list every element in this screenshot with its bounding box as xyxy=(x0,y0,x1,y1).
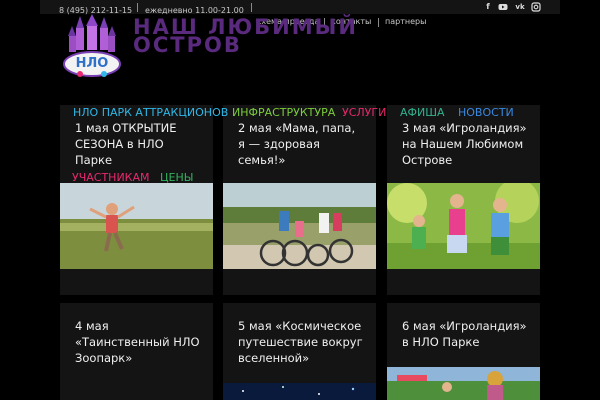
event-title: 1 мая ОТКРЫТИЕ СЕЗОНА в НЛО Парке xyxy=(75,121,177,167)
nav-item-prices[interactable]: ЦЕНЫ xyxy=(160,171,193,184)
top-bar: 8 (495) 212-11-15 ежедневно 11.00-21.00 … xyxy=(40,0,560,27)
event-card[interactable]: 3 мая «Игроландия» на Нашем Любимом Остр… xyxy=(387,105,540,295)
event-photo[interactable] xyxy=(387,367,540,400)
nav-item-park[interactable]: НЛО ПАРК АТТРАКЦИОНОВ xyxy=(73,106,228,119)
youtube-icon[interactable] xyxy=(498,2,508,12)
logo-text: НЛО xyxy=(75,56,109,71)
nav-item-news[interactable]: НОВОСТИ xyxy=(458,106,514,119)
event-title: 3 мая «Игроландия» на Нашем Любимом Остр… xyxy=(402,121,527,167)
event-title: 2 мая «Мама, папа, я — здоровая семья!» xyxy=(238,121,356,167)
event-photo[interactable] xyxy=(223,383,376,400)
nav-item-participants[interactable]: УЧАСТНИКАМ xyxy=(72,171,150,184)
event-card[interactable]: 5 мая «Космическое путешествие вокруг вс… xyxy=(223,303,376,400)
event-card[interactable]: 4 мая «Таинственный НЛО Зоопарк» xyxy=(60,303,213,400)
event-title: 5 мая «Космическое путешествие вокруг вс… xyxy=(238,319,363,365)
site-logo[interactable]: НЛО xyxy=(62,14,122,82)
nav-item-afisha[interactable]: АФИША xyxy=(400,106,445,119)
event-card[interactable]: 2 мая «Мама, папа, я — здоровая семья!» xyxy=(223,105,376,295)
event-photo[interactable] xyxy=(387,183,540,269)
divider xyxy=(251,3,252,12)
event-photo[interactable] xyxy=(60,183,213,269)
event-title: 6 мая «Игроландия» в НЛО Парке xyxy=(402,319,527,349)
event-photo[interactable] xyxy=(223,183,376,269)
site-title: Наш любимый остров xyxy=(133,15,358,57)
event-card[interactable]: 6 мая «Игроландия» в НЛО Парке xyxy=(387,303,540,400)
event-card[interactable]: 1 мая ОТКРЫТИЕ СЕЗОНА в НЛО Парке xyxy=(60,105,213,295)
nav-item-services[interactable]: УСЛУГИ xyxy=(342,106,386,119)
vk-icon[interactable]: vk xyxy=(514,2,526,12)
nav-item-infrastructure[interactable]: ИНФРАСТРУКТУРА xyxy=(232,106,335,119)
facebook-icon[interactable]: f xyxy=(483,2,493,12)
instagram-icon[interactable] xyxy=(531,2,541,12)
divider xyxy=(137,3,138,12)
event-title: 4 мая «Таинственный НЛО Зоопарк» xyxy=(75,319,200,365)
